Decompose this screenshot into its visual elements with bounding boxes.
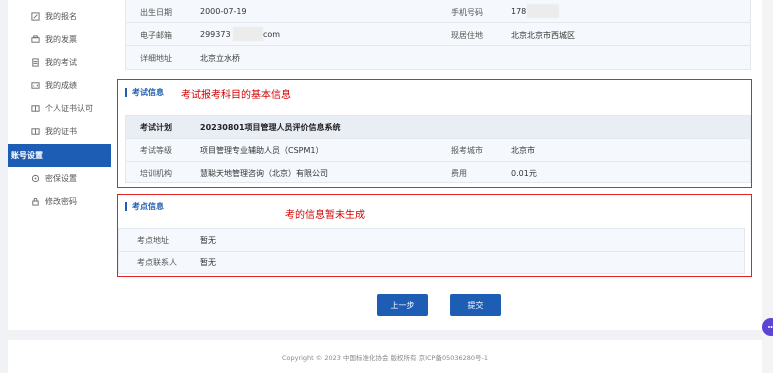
residence-label: 现居住地 [451, 31, 483, 40]
lock-icon [31, 197, 40, 206]
email-value-suffix: com [263, 30, 281, 39]
sidebar-item-label: 我的报名 [45, 12, 77, 21]
level-label: 考试等级 [140, 146, 172, 155]
birth-label: 出生日期 [140, 8, 172, 17]
submit-button[interactable]: 提交 [450, 294, 501, 316]
sidebar-item-label: 我的证书 [45, 127, 77, 136]
previous-step-button[interactable]: 上一步 [377, 294, 428, 316]
sidebar-item-my-exam[interactable]: 我的考试 [8, 51, 111, 74]
sidebar-item-label: 我的成绩 [45, 81, 77, 90]
city-value: 北京市 [511, 146, 535, 155]
email-label: 电子邮箱 [140, 31, 172, 40]
sidebar-item-label: 密保设置 [45, 174, 77, 183]
chat-icon[interactable] [762, 318, 773, 336]
sidebar-item-label: 我的考试 [45, 58, 77, 67]
certificate-icon [31, 104, 40, 113]
plan-label: 考试计划 [140, 123, 172, 132]
sidebar-item-my-invoice[interactable]: 我的发票 [8, 28, 111, 51]
footer: Copyright © 2023 中国标准化协会 版权所有 京ICP备05036… [8, 340, 762, 373]
sidebar-item-my-certificate[interactable]: 我的证书 [8, 120, 111, 143]
fee-value: 0.01元 [511, 169, 537, 178]
email-redaction [233, 27, 263, 41]
printer-icon [31, 35, 40, 44]
footer-copyright: Copyright © 2023 中国标准化协会 版权所有 京ICP备05036… [281, 353, 489, 362]
email-value-prefix: 299373 [200, 30, 231, 39]
sidebar-item-label: 修改密码 [45, 197, 77, 206]
sidebar-section-account-settings[interactable]: 账号设置 [8, 144, 111, 167]
sidebar-item-certificate-recognition[interactable]: 个人证书认可 [8, 97, 111, 120]
exam-site-annotation: 考的信息暂未生成 [285, 210, 365, 221]
exam-info-title: 考试信息 [125, 87, 164, 98]
sidebar-item-security-settings[interactable]: 密保设置 [8, 167, 111, 190]
level-value: 项目管理专业辅助人员（CSPM1） [200, 146, 324, 155]
sidebar-item-change-password[interactable]: 修改密码 [8, 190, 111, 213]
book-icon [31, 127, 40, 136]
site-contact-label: 考点联系人 [137, 258, 177, 267]
exam-site-title: 考点信息 [125, 201, 164, 212]
phone-redaction [527, 4, 559, 18]
shield-icon [31, 174, 40, 183]
phone-value: 178 [511, 7, 527, 16]
document-icon [31, 58, 40, 67]
address-value: 北京立水桥 [200, 54, 240, 63]
sidebar-section-label: 账号设置 [11, 151, 43, 160]
site-contact-value: 暂无 [200, 258, 216, 267]
fee-label: 费用 [451, 169, 467, 178]
sidebar-item-label: 个人证书认可 [45, 104, 93, 113]
chart-icon [31, 81, 40, 90]
sidebar-item-my-score[interactable]: 我的成绩 [8, 74, 111, 97]
birth-value: 2000-07-19 [200, 7, 247, 16]
city-label: 报考城市 [451, 146, 483, 155]
address-label: 详细地址 [140, 54, 172, 63]
sidebar-item-my-registration[interactable]: 我的报名 [8, 5, 111, 28]
site-address-value: 暂无 [200, 236, 216, 245]
site-address-label: 考点地址 [137, 236, 169, 245]
plan-value: 20230801项目管理人员评价信息系统 [200, 123, 341, 132]
org-value: 慧聪天地管理咨询（北京）有限公司 [200, 169, 328, 178]
phone-label: 手机号码 [451, 8, 483, 17]
exam-info-annotation: 考试报考科目的基本信息 [181, 90, 291, 101]
sidebar: 我的报名 我的发票 我的考试 我的成绩 个人证书认可 我的证书 账号设置 密保设… [8, 0, 111, 330]
edit-icon [31, 12, 40, 21]
residence-value: 北京北京市西城区 [511, 31, 575, 40]
org-label: 培训机构 [140, 169, 172, 178]
sidebar-item-label: 我的发票 [45, 35, 77, 44]
